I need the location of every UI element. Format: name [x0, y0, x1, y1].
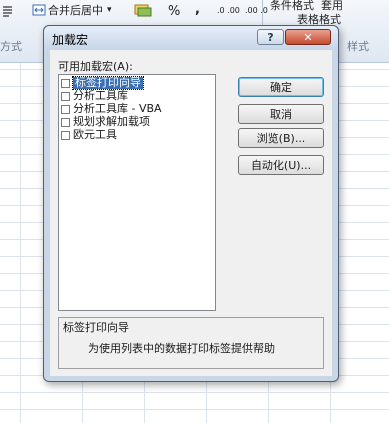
help-icon: ? — [267, 30, 274, 44]
addins-list-label: 可用加载宏(A): — [58, 60, 133, 73]
wrap-text-icon[interactable] — [2, 5, 14, 20]
close-icon: ✕ — [303, 30, 313, 44]
addin-item-label: 分析工具库 — [73, 89, 128, 102]
dialog-client: 可用加载宏(A): 标签打印向导 分析工具库 分析工具库 - VBA 规划求解加… — [50, 50, 332, 376]
addin-item-label: 标签打印向导 — [72, 76, 144, 90]
comma-button[interactable]: , — [195, 2, 200, 17]
addin-item-analysis-toolpak[interactable]: 分析工具库 — [61, 90, 211, 102]
currency-format-icon[interactable] — [134, 3, 154, 20]
addin-item-label: 规划求解加载项 — [73, 115, 150, 128]
group-styles-label: 样式 — [347, 40, 369, 53]
addin-checkbox[interactable] — [61, 104, 70, 114]
increase-decimal-button[interactable]: .0 .00 — [217, 6, 240, 15]
addin-description-box: 标签打印向导 为使用列表中的数据打印标签提供帮助 — [58, 317, 324, 369]
merge-dropdown-arrow: ▾ — [107, 5, 112, 15]
merge-center-label: 合并后居中 — [48, 4, 103, 17]
addins-dialog: 加载宏 ? ✕ 可用加载宏(A): 标签打印向导 分析工具库 分析工具库 - V… — [43, 25, 339, 382]
description-title: 标签打印向导 — [63, 321, 129, 334]
addin-item-label: 分析工具库 - VBA — [73, 102, 162, 115]
dialog-title: 加载宏 — [52, 33, 89, 47]
addins-listbox[interactable]: 标签打印向导 分析工具库 分析工具库 - VBA 规划求解加载项 欧元工具 — [58, 74, 216, 311]
browse-button[interactable]: 浏览(B)... — [238, 128, 324, 148]
dialog-titlebar[interactable]: 加载宏 ? ✕ — [44, 26, 338, 50]
addin-item-label-wizard[interactable]: 标签打印向导 — [61, 76, 211, 90]
addin-checkbox[interactable] — [61, 117, 70, 127]
addin-item-euro-tools[interactable]: 欧元工具 — [61, 129, 211, 141]
help-button[interactable]: ? — [257, 29, 284, 45]
addin-item-solver[interactable]: 规划求解加载项 — [61, 116, 211, 128]
addin-checkbox[interactable] — [61, 78, 70, 88]
merge-center-icon — [32, 4, 46, 16]
decrease-decimal-button[interactable]: .00 .0 — [245, 6, 268, 15]
addin-checkbox[interactable] — [61, 91, 70, 101]
cancel-button[interactable]: 取消 — [238, 104, 324, 124]
ok-button[interactable]: 确定 — [238, 77, 324, 97]
close-button[interactable]: ✕ — [285, 29, 331, 45]
addin-checkbox[interactable] — [61, 130, 70, 140]
description-text: 为使用列表中的数据打印标签提供帮助 — [88, 342, 275, 355]
automation-button[interactable]: 自动化(U)... — [238, 155, 324, 175]
merge-center-button[interactable]: 合并后居中 ▾ — [32, 2, 112, 18]
group-alignment-label: 方式 — [0, 40, 22, 53]
percent-button[interactable]: % — [168, 4, 180, 19]
addin-item-analysis-toolpak-vba[interactable]: 分析工具库 - VBA — [61, 103, 211, 115]
addin-item-label: 欧元工具 — [73, 128, 117, 141]
